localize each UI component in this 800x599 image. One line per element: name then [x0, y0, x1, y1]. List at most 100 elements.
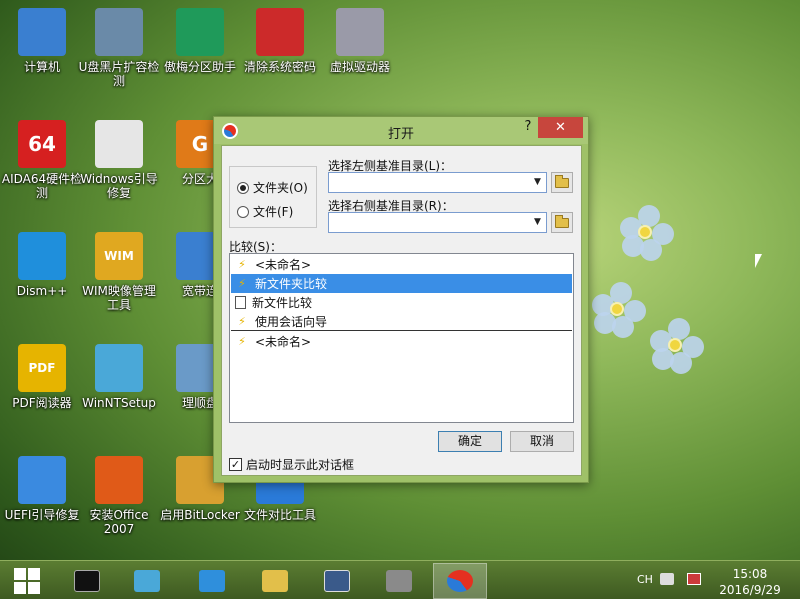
windows-logo-icon [14, 568, 40, 594]
taskbar-setup[interactable] [120, 563, 174, 599]
startup-checkbox-label: 启动时显示此对话框 [246, 458, 355, 472]
desktop-icon[interactable]: 傲梅分区助手 [158, 8, 242, 74]
chip-icon [386, 570, 412, 592]
desktop-icon-label: 计算机 [23, 60, 60, 74]
ok-button[interactable]: 确定 [438, 431, 502, 452]
desktop-icon-label: UEFI引导修复 [4, 508, 80, 522]
list-item[interactable]: ⚡ 使用会话向导 [231, 312, 572, 331]
taskbar-cmd[interactable] [60, 563, 114, 599]
network-icon[interactable] [687, 573, 701, 585]
list-item[interactable]: 新文件比较 [231, 293, 572, 312]
compare-list[interactable]: ⚡ <未命名> ⚡ 新文件夹比较 新文件比较 ⚡ 使用会话向导 ⚡ <未命名> [229, 253, 574, 423]
folder-icon [262, 570, 288, 592]
startup-checkbox[interactable]: ✓ [229, 458, 242, 471]
list-item[interactable]: ⚡ 新文件夹比较 [231, 274, 572, 293]
desktop-icon[interactable]: WinNTSetup [77, 344, 161, 410]
radio-file[interactable]: 文件(F) [237, 203, 293, 220]
right-dir-combo[interactable]: ▼ [328, 212, 547, 233]
ime-indicator[interactable]: CH [637, 573, 653, 586]
right-browse-button[interactable] [551, 212, 573, 233]
dialog-client: 文件夹(O) 文件(F) 选择左侧基准目录(L)： ▼ 选择右侧基准目录(R)：… [221, 145, 582, 476]
desktop-icon-label: 虚拟驱动器 [329, 60, 390, 74]
key-icon [256, 8, 304, 56]
desktop-icon-label: PDF阅读器 [12, 396, 72, 410]
radio-file-label: 文件(F) [253, 205, 294, 219]
list-item-label: 新文件比较 [252, 296, 313, 310]
wizard-icon: ⚡ [238, 314, 246, 328]
office-icon [95, 456, 143, 504]
list-item[interactable]: ⚡ <未命名> [231, 332, 572, 351]
folder-icon [555, 174, 569, 188]
left-dir-combo[interactable]: ▼ [328, 172, 547, 193]
cancel-button[interactable]: 取消 [510, 431, 574, 452]
setup-icon [134, 570, 160, 592]
file-compare-icon [235, 296, 246, 309]
desktop-icon[interactable]: 清除系统密码 [238, 8, 322, 74]
start-button[interactable] [0, 563, 54, 599]
aida64-icon: 64 [18, 120, 66, 168]
left-browse-button[interactable] [551, 172, 573, 193]
desktop-icon[interactable]: UEFI引导修复 [0, 456, 84, 522]
desktop-icon[interactable]: 64 AIDA64硬件检测 [0, 120, 84, 200]
taskbar-hardware[interactable] [372, 563, 426, 599]
radio-folder[interactable]: 文件夹(O) [237, 179, 308, 196]
mouse-cursor [755, 254, 762, 268]
desktop-icon-label: 启用BitLocker [160, 508, 240, 522]
disc-icon [336, 8, 384, 56]
compare-type-group: 文件夹(O) 文件(F) [229, 166, 317, 228]
clock-time[interactable]: 15:08 [720, 567, 780, 581]
desktop-icon[interactable]: WIM WIM映像管理工具 [77, 232, 161, 312]
desktop-icon-label: WinNTSetup [82, 396, 156, 410]
radio-folder-button[interactable] [237, 181, 249, 194]
lightning-icon: ⚡ [238, 334, 246, 348]
partition-icon [176, 8, 224, 56]
desktop-icon[interactable]: PDF PDF阅读器 [0, 344, 84, 410]
desktop-icon-label: 清除系统密码 [243, 60, 316, 74]
clock-date[interactable]: 2016/9/29 [712, 583, 788, 597]
setup-icon [95, 344, 143, 392]
desktop-icon[interactable]: Dism++ [0, 232, 84, 298]
desktop-icon[interactable]: Widnows引导修复 [77, 120, 161, 200]
list-item-label: <未命名> [255, 258, 312, 272]
wim-icon: WIM [95, 232, 143, 280]
help-button[interactable]: ? [519, 119, 537, 139]
desktop-icon[interactable]: 虚拟驱动器 [318, 8, 402, 74]
list-item[interactable]: ⚡ <未命名> [231, 255, 572, 274]
list-item-label: 新文件夹比较 [255, 277, 328, 291]
gears-icon [199, 570, 225, 592]
desktop-icon[interactable]: U盘黑片扩容检测 [77, 8, 161, 88]
dialog-titlebar[interactable]: 打开 ? ✕ [214, 117, 588, 144]
list-item-label: <未命名> [255, 335, 312, 349]
list-item-label: 使用会话向导 [255, 315, 328, 329]
taskbar-monitor[interactable] [310, 563, 364, 599]
list-separator [231, 330, 572, 331]
desktop-icon[interactable]: 安装Office 2007 [77, 456, 161, 536]
desktop-icon-label: 安装Office 2007 [89, 508, 149, 536]
gears-icon [18, 232, 66, 280]
desktop-icon-label: Dism++ [16, 284, 68, 298]
taskbar-compare[interactable] [433, 563, 487, 599]
taskbar-dism[interactable] [185, 563, 239, 599]
pdf-icon: PDF [18, 344, 66, 392]
lightning-icon: ⚡ [238, 257, 246, 271]
close-button[interactable]: ✕ [538, 117, 583, 138]
desktop-icon-label: Widnows引导修复 [80, 172, 158, 200]
keyboard-icon[interactable] [660, 573, 674, 585]
desktop-icon-label: U盘黑片扩容检测 [78, 60, 160, 88]
startup-checkbox-row[interactable]: ✓ 启动时显示此对话框 [229, 456, 354, 473]
desktop-icon[interactable]: 计算机 [0, 8, 84, 74]
desktop-icon-label: 傲梅分区助手 [163, 60, 236, 74]
taskbar-explorer[interactable] [248, 563, 302, 599]
desktop-icon-label: AIDA64硬件检测 [1, 172, 83, 200]
folder-compare-icon: ⚡ [238, 276, 246, 290]
radio-folder-label: 文件夹(O) [253, 181, 308, 195]
chevron-down-icon[interactable]: ▼ [529, 213, 546, 232]
desktop-icon-label: 文件对比工具 [243, 508, 316, 522]
magnifier-icon [95, 8, 143, 56]
monitor-icon [324, 570, 350, 592]
cmd-icon [74, 570, 100, 592]
folder-icon [555, 214, 569, 228]
chevron-down-icon[interactable]: ▼ [529, 173, 546, 192]
uefi-icon [18, 456, 66, 504]
radio-file-button[interactable] [237, 205, 249, 218]
